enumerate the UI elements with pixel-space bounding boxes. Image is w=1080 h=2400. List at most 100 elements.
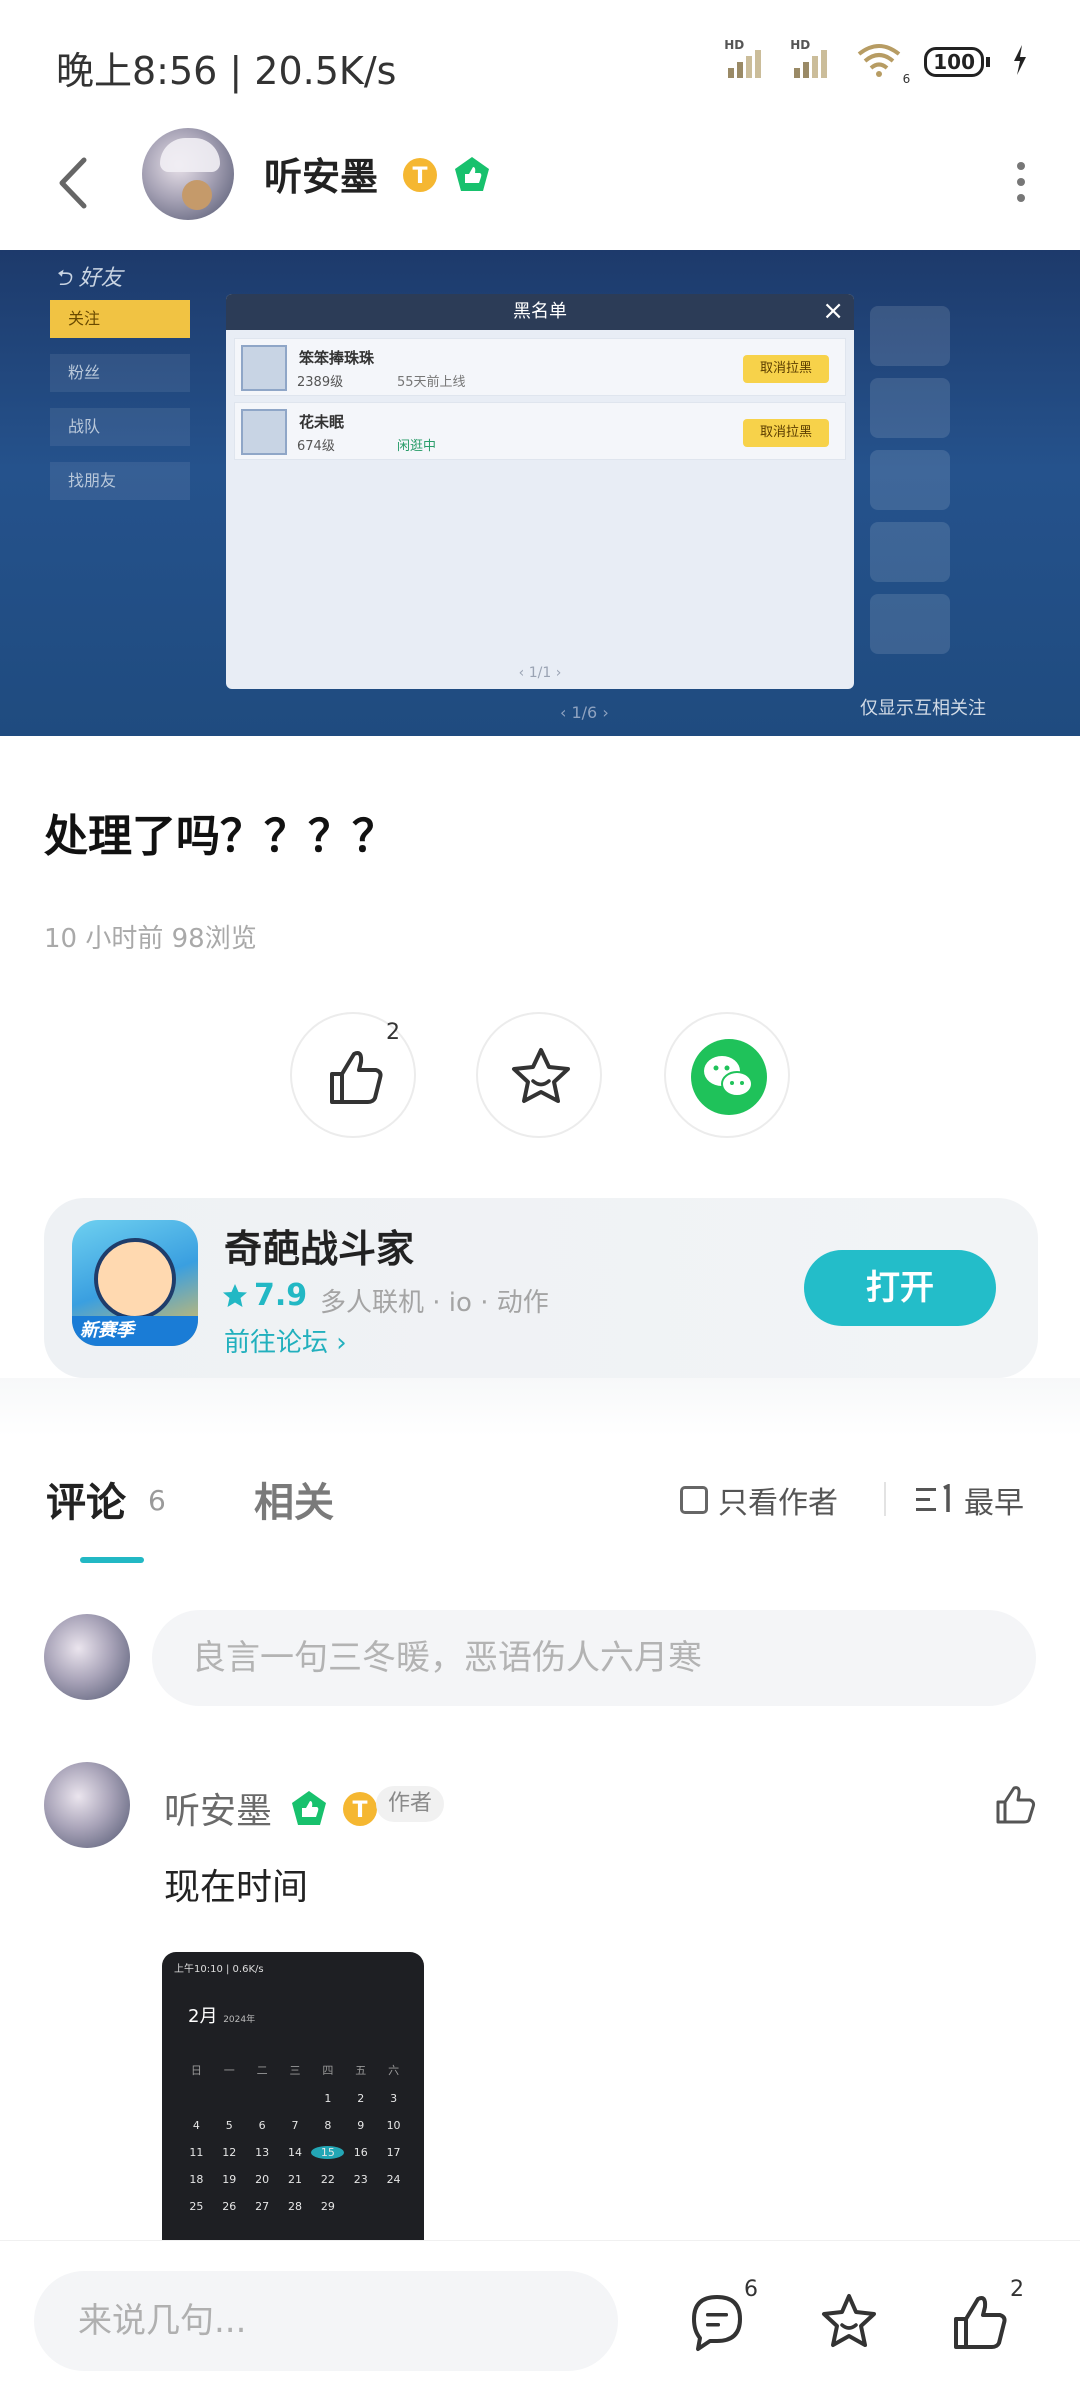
modal-pager: ‹ 1/1 › [518,665,562,681]
author-name[interactable]: 听安墨 T [264,146,492,204]
comments-button[interactable] [684,2289,750,2355]
sort-icon [916,1484,950,1512]
calendar-weekday: 三 [289,2064,301,2077]
share-wechat-button[interactable] [664,1012,790,1138]
image-footnote: 仅显示互相关注 [860,698,986,719]
calendar-day: 29 [320,2200,335,2213]
calendar-day: 9 [357,2119,365,2132]
post-image[interactable]: ⮌ 好友 关注 粉丝 战队 找朋友 黑名单 × 笨笨捧珠珠 2389级 55天前… [0,250,1080,736]
star-icon [223,1283,247,1307]
calendar-day: 19 [222,2173,237,2186]
wechat-icon [691,1039,767,1115]
image-nav-item: 关注 [50,300,190,338]
section-divider [0,1378,1080,1436]
player-level: 2389级 [297,375,344,390]
calendar-day: 23 [353,2173,368,2186]
more-options-button[interactable] [1006,152,1036,212]
calendar-day: 25 [189,2200,204,2213]
tab-comments[interactable]: 评论 [46,1470,126,1528]
wifi-icon: 6 [856,42,910,86]
player-avatar [241,345,287,391]
calendar-day [377,2200,410,2213]
player-name: 笨笨捧珠珠 [299,349,375,367]
comment-image[interactable]: 上午10:10 | 0.6K/s 2月 2024年 日一二三四五六1234567… [162,1952,424,2242]
unblock-button: 取消拉黑 [743,355,829,383]
player-status: 闲逛中 [397,439,437,454]
calendar-weekday: 二 [256,2064,268,2077]
commenter-name[interactable]: 听安墨 T [164,1782,379,1838]
svg-text:T: T [352,1798,367,1823]
player-status: 55天前上线 [397,375,466,390]
game-score: 7.9 [222,1278,307,1313]
calendar-day [180,2092,213,2105]
star-icon [822,2294,876,2347]
green-like-badge-icon [289,1789,329,1838]
active-tab-indicator [80,1557,144,1563]
battery-icon: 100 [924,47,990,77]
calendar-day: 27 [255,2200,270,2213]
game-forum-link[interactable]: 前往论坛 › [224,1322,347,1359]
player-name: 花未眠 [299,413,345,431]
game-icon: 新赛季 [72,1220,198,1346]
comment-text: 现在时间 [164,1867,309,1908]
calendar-weekday: 四 [322,2064,334,2077]
game-card[interactable]: 新赛季 奇葩战斗家 7.9 多人联机 · io · 动作 前往论坛 › 打开 [44,1198,1038,1378]
gold-badge-icon: T [401,156,439,203]
bottom-like-button[interactable] [948,2289,1014,2355]
status-icons: HD HD 6 100 [724,38,1028,86]
favorite-button[interactable] [476,1012,602,1138]
comment-input[interactable]: 良言一句三冬暖，恶语伤人六月寒 [152,1610,1036,1706]
calendar-weekday: 六 [388,2064,400,2077]
calendar-day [279,2092,312,2105]
bottom-comment-input[interactable]: 来说几句... [34,2271,618,2371]
calendar-weekday: 五 [355,2064,367,2077]
post-header: 听安墨 T [0,120,1080,250]
calendar-day: 11 [189,2146,204,2159]
calendar-day [344,2200,377,2213]
calendar-day: 2 [357,2092,365,2105]
image-nav-item: 粉丝 [50,354,190,392]
calendar-day: 28 [287,2200,302,2213]
only-author-toggle[interactable]: 只看作者 [680,1478,838,1522]
calendar-day: 12 [222,2146,237,2159]
sort-toggle[interactable]: 最早 [914,1478,1024,1522]
star-icon [512,1048,570,1103]
likes-count: 2 [1010,2277,1024,2302]
filter-divider [884,1482,886,1516]
signal-icon-2: HD [790,38,834,80]
calendar-day: 15 [311,2146,345,2159]
thumbs-up-icon [954,2296,1007,2349]
blacklist-row: 笨笨捧珠珠 2389级 55天前上线 取消拉黑 [234,338,846,396]
calendar-day: 24 [386,2173,401,2186]
comment-like-button[interactable] [990,1780,1040,1830]
author-avatar[interactable] [142,128,234,220]
calendar-day: 22 [320,2173,335,2186]
calendar-month: 2月 2024年 [188,2006,256,2027]
open-game-button[interactable]: 打开 [804,1250,996,1326]
image-right-cards [870,306,950,666]
calendar-grid: 日一二三四五六 1 2 3 4 5 6 7 8 9 10 11 12 13 14 15 16 17 18 19 20 21… [180,2062,410,2213]
calendar-day [213,2092,246,2105]
game-name: 奇葩战斗家 [224,1227,415,1271]
blacklist-row: 花未眠 674级 闲逛中 取消拉黑 [234,402,846,460]
comments-count: 6 [744,2277,758,2302]
signal-icon: HD [724,38,768,80]
calendar-weekday: 日 [190,2064,202,2077]
image-status-line: 上午10:10 | 0.6K/s [174,1964,264,1975]
commenter-avatar[interactable] [44,1762,130,1848]
back-button[interactable] [48,148,108,218]
calendar-day: 17 [386,2146,401,2159]
calendar-day: 3 [390,2092,398,2105]
calendar-day: 13 [255,2146,270,2159]
calendar-day: 20 [255,2173,270,2186]
modal-title: 黑名单 [226,294,854,330]
calendar-day: 10 [386,2119,401,2132]
tab-comments-count: 6 [148,1484,166,1517]
game-tags: 多人联机 · io · 动作 [320,1288,549,1318]
status-bar: 晚上8:56 | 20.5K/s HD HD 6 100 [0,0,1080,120]
calendar-weekday: 一 [223,2064,235,2077]
tab-related[interactable]: 相关 [254,1470,334,1528]
bottom-favorite-button[interactable] [816,2289,882,2355]
image-nav-item: 战队 [50,408,190,446]
calendar-day: 21 [287,2173,302,2186]
